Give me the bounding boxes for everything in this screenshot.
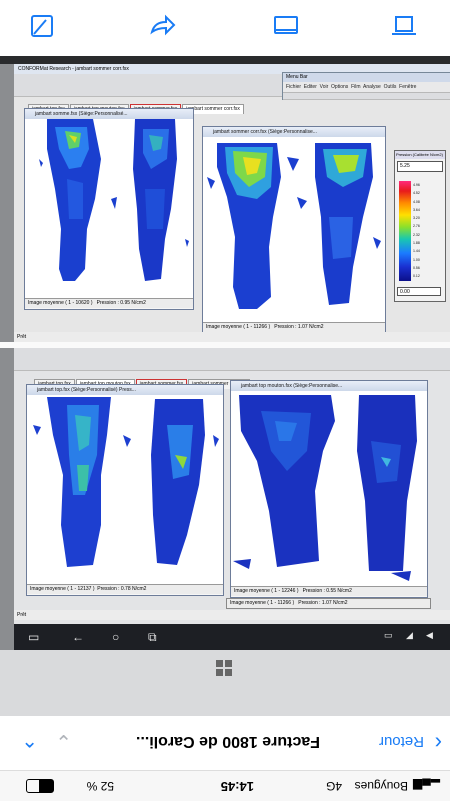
- legend-tick: 1.44: [413, 249, 420, 254]
- right-window-pressure: Pression : 0.55 N/cm2: [302, 588, 352, 594]
- right-pressure-window[interactable]: jambart top mouton.fsx (Siège:Personnali…: [230, 380, 428, 598]
- floating-menu-bar: Menu Bar Fichier Editer Voir Options Fil…: [282, 72, 450, 100]
- tabs-icon[interactable]: [272, 12, 300, 40]
- left-pressure-map: [25, 119, 193, 298]
- left-window-title: jambart somme.fsx (Siège:Personnalisé...: [25, 109, 193, 119]
- back-link[interactable]: Retour: [379, 733, 424, 750]
- right-window-frames: Image moyenne ( 1 - 12246 ): [234, 588, 299, 594]
- windows-logo-icon[interactable]: [216, 660, 232, 676]
- right-pressure-map: [231, 391, 427, 586]
- menu-options[interactable]: Options: [331, 84, 348, 90]
- behind-window-frames: Image moyenne ( 1 - 11266 ): [230, 600, 295, 606]
- battery-percent: 52 %: [86, 779, 114, 793]
- menu-toolbar[interactable]: [283, 93, 450, 100]
- menu-film[interactable]: Film: [351, 84, 360, 90]
- lower-screen: jambart top.fsxjambart top mouton.fsxjam…: [14, 348, 450, 648]
- menu-outils[interactable]: Outils: [384, 84, 397, 90]
- legend-tick: 0.12: [413, 274, 420, 279]
- pressure-heatmap: [207, 143, 381, 309]
- menu-fichier[interactable]: Fichier: [286, 84, 301, 90]
- app-statusbar: Prêt: [14, 332, 450, 342]
- clock: 14:45: [220, 779, 254, 794]
- left-window-pressure: Pression : 0.78 N/cm2: [97, 586, 147, 592]
- app-statusbar: Prêt: [14, 610, 450, 620]
- ios-status-bar: ▂▄▆ Bouygues 4G 14:45 52 %: [0, 770, 450, 801]
- home-circle-icon[interactable]: ○: [112, 630, 119, 644]
- share-forward-icon[interactable]: [148, 12, 176, 40]
- left-window-status: Image moyenne ( 1 - 12137 ) Pression : 0…: [27, 584, 223, 594]
- right-pressure-map: [203, 137, 385, 322]
- notifications-icon[interactable]: ▭: [384, 630, 393, 641]
- left-window-title: jambart top.fsx (Siège:Personnalisé) Pre…: [27, 385, 223, 395]
- right-pressure-window[interactable]: jambart sommer corr.fsx (Siège:Personnal…: [202, 126, 386, 334]
- left-window-status: Image moyenne ( 1 - 10620 ) Pression : 0…: [25, 298, 193, 308]
- legend-tick: 2.76: [413, 224, 420, 229]
- legend-max-input[interactable]: 5.25: [397, 161, 443, 172]
- task-view-icon[interactable]: ▭: [28, 630, 39, 644]
- menu-bar-title: Menu Bar: [283, 73, 450, 82]
- ios-toolbar: [0, 0, 450, 56]
- upper-screen: CONFORMat Research - jambart sommer corr…: [14, 64, 450, 342]
- legend-tick: 4.08: [413, 199, 420, 204]
- right-window-status: Image moyenne ( 1 - 11266 ) Pression : 1…: [203, 322, 385, 332]
- left-window-frames: Image moyenne ( 1 - 12137 ): [30, 586, 95, 592]
- monitor-bezel: [0, 56, 450, 64]
- menu-editer[interactable]: Editer: [304, 84, 317, 90]
- status-content: ▂▄▆ Bouygues 4G 14:45 52 %: [0, 771, 450, 801]
- menu-analyse[interactable]: Analyse: [363, 84, 381, 90]
- pressure-heatmap: [233, 395, 417, 581]
- pressure-heatmap: [39, 119, 189, 281]
- photo-of-monitor: CONFORMat Research - jambart sommer corr…: [0, 56, 450, 716]
- right-window-pressure: Pression : 1.07 N/cm2: [274, 324, 324, 330]
- carrier-name: Bouygues: [354, 779, 408, 793]
- network-type: 4G: [325, 779, 342, 793]
- chevron-down-icon[interactable]: ⌄: [55, 729, 72, 754]
- legend-tick: 4.96: [413, 183, 420, 187]
- windows-taskbar: ▭ ← ○ ⧉ ▭ ◢ ◀: [14, 624, 450, 650]
- right-window-status: Image moyenne ( 1 - 12246 ) Pression : 0…: [231, 586, 427, 596]
- signal-icon: ▂▄▆: [413, 779, 440, 793]
- legend-tick: 3.20: [413, 216, 420, 221]
- right-window-title: jambart sommer corr.fsx (Siège:Personnal…: [203, 127, 385, 137]
- right-window-title: jambart top mouton.fsx (Siège:Personnali…: [231, 381, 427, 391]
- chevron-up-icon[interactable]: ⌃: [21, 727, 38, 752]
- legend-tick: 3.64: [413, 207, 420, 212]
- left-window-pressure: Pression : 0.95 N/cm2: [96, 300, 146, 306]
- left-window-frames: Image moyenne ( 1 - 10620 ): [28, 300, 93, 306]
- legend-ticks: 4.96 4.52 4.08 3.64 3.20 2.76 2.32 1.88 …: [413, 181, 443, 281]
- behind-window-pressure: Pression : 1.07 N/cm2: [298, 600, 348, 606]
- legend-tick: 4.52: [413, 191, 420, 196]
- pressure-heatmap: [33, 397, 219, 567]
- toolbar-2[interactable]: [14, 359, 450, 371]
- left-pressure-window[interactable]: jambart somme.fsx (Siège:Personnalisé...…: [24, 108, 194, 310]
- multitask-icon[interactable]: ⧉: [148, 630, 157, 645]
- color-scale-bar: [399, 181, 411, 281]
- legend-tick: 1.88: [413, 241, 420, 246]
- tablet-bezel: [0, 650, 450, 716]
- legend-tick: 1.00: [413, 257, 420, 262]
- laptop-icon[interactable]: [390, 12, 418, 40]
- back-arrow-icon[interactable]: ←: [72, 630, 84, 644]
- markup-icon[interactable]: [28, 12, 56, 40]
- legend-tick: 2.32: [413, 232, 420, 237]
- right-window-frames: Image moyenne ( 1 - 11266 ): [206, 324, 271, 330]
- left-pressure-window[interactable]: jambart top.fsx (Siège:Personnalisé) Pre…: [26, 384, 224, 596]
- menu-fenetre[interactable]: Fenêtre: [399, 84, 416, 90]
- document-tabs: jambart top.fsxjambart top mouton.fsxjam…: [28, 97, 288, 114]
- toolbar-2[interactable]: [14, 85, 284, 97]
- legend-title: Pression (Calibrée N/cm2): [395, 151, 445, 159]
- menu-items[interactable]: Fichier Editer Voir Options Film Analyse…: [283, 82, 450, 93]
- menu-voir[interactable]: Voir: [320, 84, 329, 90]
- back-chevron-icon[interactable]: ‹: [435, 730, 442, 756]
- pressure-legend: Pression (Calibrée N/cm2) 5.25 4.96 4.52…: [394, 150, 446, 302]
- battery-icon: [26, 779, 54, 793]
- wifi-icon: ◢: [406, 630, 413, 640]
- volume-icon[interactable]: ◀: [426, 630, 433, 641]
- legend-min-input[interactable]: 0.00: [397, 287, 441, 296]
- navigation-bar: ‹ Retour Facture 1800 de Caroli... ⌄ ⌃: [0, 716, 450, 770]
- page-title: Facture 1800 de Caroli...: [135, 733, 320, 750]
- legend-tick: 0.56: [413, 265, 420, 270]
- left-pressure-map: [27, 395, 223, 584]
- behind-window-status: Image moyenne ( 1 - 11266 ) Pression : 1…: [226, 598, 431, 609]
